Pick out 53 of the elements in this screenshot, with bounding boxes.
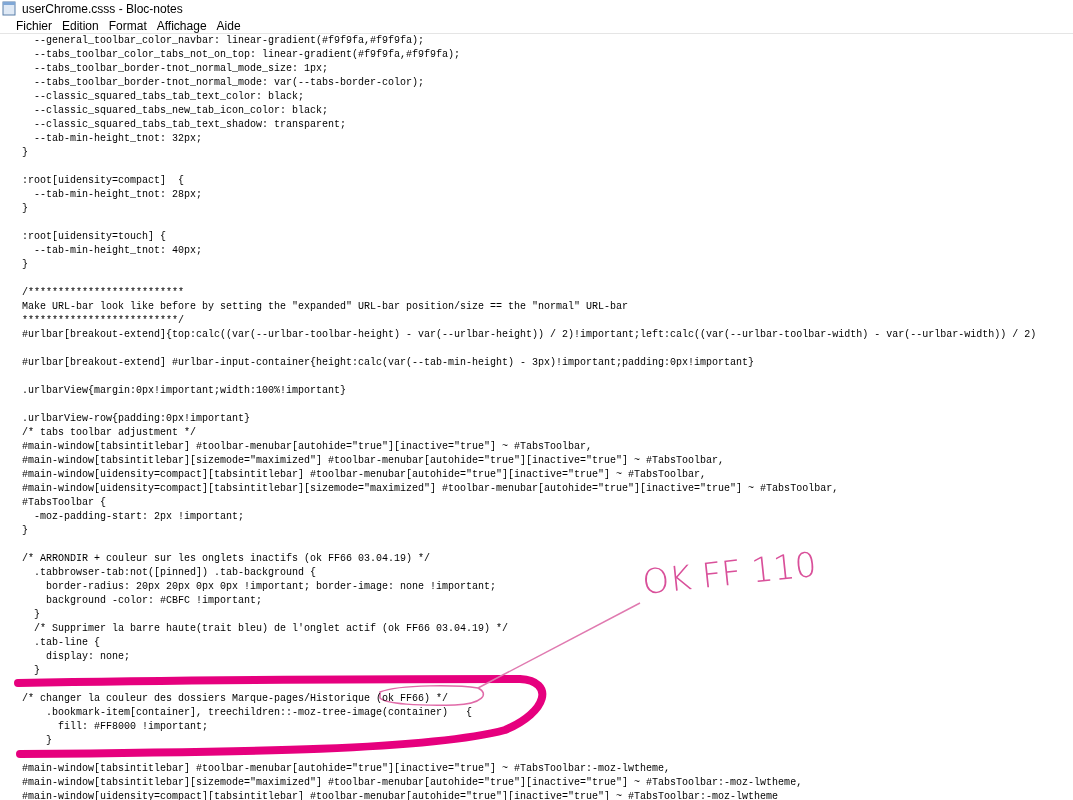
code-line: Make URL-bar look like before by setting the "expanded" URL-bar position/size == the "normal" URL-bar <box>22 300 629 314</box>
code-line: :root[uidensity=compact] { <box>22 174 185 188</box>
code-line: border-radius: 20px 20px 0px 0px !important; border-image: none !important; <box>45 580 497 594</box>
code-line: #urlbar[breakout-extend]{top:calc((var(--urlbar-toolbar-height) - var(--urlbar-height)) / 2)!important;left:calc((var(--urlbar-toolbar-width) - var(--urlbar-width)) / 2) <box>22 328 1037 342</box>
code-line: **************************/ <box>22 314 185 328</box>
code-line: --classic_squared_tabs_tab_text_shadow: transparent; <box>33 118 347 132</box>
code-line: /* tabs toolbar adjustment */ <box>22 426 197 440</box>
code-line: .tabbrowser-tab:not([pinned]) .tab-background { <box>33 566 317 580</box>
code-line: background -color: #CBFC !important; <box>45 594 263 608</box>
code-line: fill: #FF8000 !important; <box>57 720 209 734</box>
code-line: #main-window[tabsintitlebar][sizemode="maximized"] #toolbar-menubar[autohide="true"][inactive="true"] ~ #TabsToolbar:-moz-lwtheme, <box>22 776 803 790</box>
code-line: } <box>33 664 40 678</box>
code-line: #main-window[tabsintitlebar][sizemode="maximized"] #toolbar-menubar[autohide="true"][inactive="true"] ~ #TabsToolbar, <box>22 454 725 468</box>
window-title: userChrome.csss - Bloc-notes <box>22 0 183 18</box>
code-line: } <box>45 734 52 748</box>
code-line: --general_toolbar_color_navbar: linear-gradient(#f9f9fa,#f9f9fa); <box>33 34 425 48</box>
code-line: .bookmark-item[container], treechildren::-moz-tree-image(container) { <box>45 706 473 720</box>
code-line: /* changer la couleur des dossiers Marque-pages/Historique (ok FF66) */ <box>22 692 449 706</box>
code-line: .urlbarView{margin:0px!important;width:100%!important} <box>22 384 347 398</box>
code-line: --classic_squared_tabs_new_tab_icon_color: black; <box>33 104 329 118</box>
code-line: display: none; <box>45 650 131 664</box>
code-line: #urlbar[breakout-extend] #urlbar-input-container{height:calc(var(--tab-min-height) - 3px)!important;padding:0px!important} <box>22 356 755 370</box>
code-line: } <box>22 146 28 160</box>
code-line: #main-window[uidensity=compact][tabsintitlebar] #toolbar-menubar[autohide="true"][inactive="true"] ~ #TabsToolbar, <box>22 468 707 482</box>
code-line: } <box>22 258 28 272</box>
code-line: } <box>33 608 40 622</box>
code-line: --tab-min-height_tnot: 40px; <box>33 244 203 258</box>
code-line: :root[uidensity=touch] { <box>22 230 167 244</box>
code-line: --tab-min-height_tnot: 28px; <box>33 188 203 202</box>
code-line: #main-window[tabsintitlebar] #toolbar-menubar[autohide="true"][inactive="true"] ~ #TabsToolbar, <box>22 440 593 454</box>
code-line: /* ARRONDIR + couleur sur les onglets inactifs (ok FF66 03.04.19) */ <box>22 552 431 566</box>
code-line: } <box>22 524 28 538</box>
code-line: #main-window[tabsintitlebar] #toolbar-menubar[autohide="true"][inactive="true"] ~ #TabsToolbar:-moz-lwtheme, <box>22 762 671 776</box>
code-line: --classic_squared_tabs_tab_text_color: black; <box>33 90 305 104</box>
code-line: --tabs_toolbar_color_tabs_not_on_top: linear-gradient(#f9f9fa,#f9f9fa); <box>33 48 461 62</box>
menu-item[interactable]: Format <box>108 17 147 35</box>
code-line: } <box>22 202 28 216</box>
code-line: /************************** <box>22 286 185 300</box>
menu-item[interactable]: Fichier <box>16 17 52 35</box>
menu-item[interactable]: Aide <box>216 17 241 35</box>
code-line: .urlbarView-row{padding:0px!important} <box>22 412 251 426</box>
notepad-icon <box>2 1 16 16</box>
handwritten-note: OK FF 110 <box>639 543 819 604</box>
code-line: /* Supprimer la barre haute(trait bleu) de l'onglet actif (ok FF66 03.04.19) */ <box>33 622 509 636</box>
code-line: --tabs_toolbar_border-tnot_normal_mode_size: 1px; <box>33 62 329 76</box>
code-line: -moz-padding-start: 2px !important; <box>33 510 245 524</box>
code-line: #TabsToolbar { <box>22 496 106 510</box>
code-line: --tab-min-height_tnot: 32px; <box>33 132 203 146</box>
menu-item[interactable]: Edition <box>62 17 99 35</box>
code-line: #main-window[uidensity=compact][tabsintitlebar][sizemode="maximized"] #toolbar-menubar[autohide="true"][inactive="true"] ~ #TabsToolbar, <box>22 482 839 496</box>
code-line: .tab-line { <box>33 636 100 650</box>
menu-item[interactable]: Affichage <box>156 17 207 35</box>
code-line: --tabs_toolbar_border-tnot_normal_mode: var(--tabs-border-color); <box>33 76 425 90</box>
